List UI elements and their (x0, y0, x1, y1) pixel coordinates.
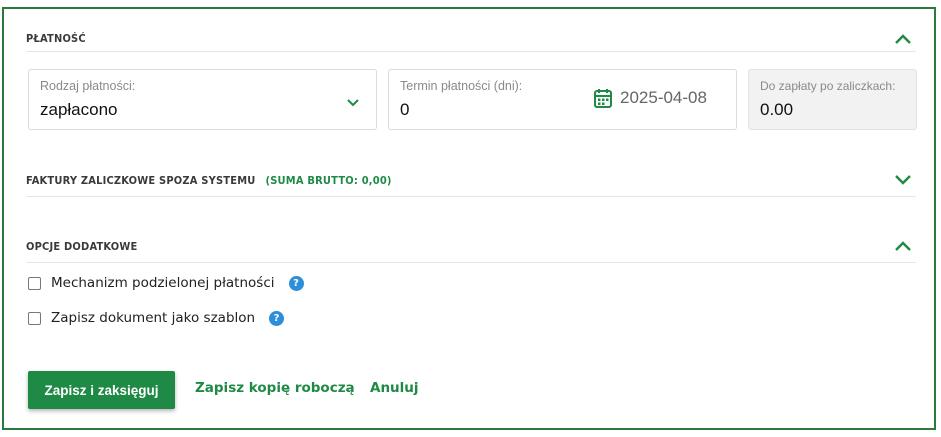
advance-invoices-sum: (SUMA BRUTTO: 0,00) (265, 173, 392, 187)
payment-term-label: Termin płatności (dni): (400, 79, 523, 93)
payment-method-label: Rodzaj płatności: (40, 79, 136, 93)
amount-to-pay-field: Do zapłaty po zaliczkach: 0.00 (748, 69, 917, 130)
split-payment-option[interactable]: Mechanizm podzielonej płatności ? (28, 275, 304, 291)
advance-invoices-title: FAKTURY ZALICZKOWE SPOZA SYSTEMU (SUMA BR… (26, 173, 392, 187)
advance-invoices-section-header[interactable]: FAKTURY ZALICZKOWE SPOZA SYSTEMU (SUMA BR… (26, 164, 916, 197)
split-payment-checkbox[interactable] (28, 276, 41, 290)
amount-to-pay-value: 0.00 (760, 100, 794, 119)
extra-options-section-header: OPCJE DODATKOWE (26, 230, 916, 263)
calendar-icon[interactable] (594, 88, 612, 108)
payment-section-title: PŁATNOŚĆ (26, 32, 86, 45)
expand-advance-invoices-chevron-down-icon[interactable] (892, 169, 914, 191)
due-date-value: 2025-04-08 (620, 88, 707, 107)
save-template-option[interactable]: Zapisz dokument jako szablon ? (28, 310, 285, 326)
collapse-payment-chevron-up-icon[interactable] (892, 28, 914, 50)
save-draft-button[interactable]: Zapisz kopię roboczą (195, 380, 355, 396)
help-icon[interactable]: ? (269, 310, 285, 326)
payment-term-field[interactable]: Termin płatności (dni): 0 2025-04-08 (388, 69, 737, 130)
save-and-post-button[interactable]: Zapisz i zaksięguj (28, 371, 175, 409)
collapse-extra-options-chevron-up-icon[interactable] (892, 235, 914, 257)
due-date-picker[interactable]: 2025-04-08 (594, 88, 707, 108)
cancel-button[interactable]: Anuluj (370, 380, 419, 396)
save-template-label[interactable]: Zapisz dokument jako szablon (51, 310, 255, 326)
save-template-checkbox[interactable] (28, 311, 41, 325)
amount-to-pay-label: Do zapłaty po zaliczkach: (760, 79, 896, 93)
payment-section-header: PŁATNOŚĆ (26, 26, 916, 52)
payment-term-value: 0 (400, 100, 410, 119)
extra-options-title: OPCJE DODATKOWE (26, 239, 138, 253)
payment-method-value: zapłacono (40, 100, 118, 119)
split-payment-label[interactable]: Mechanizm podzielonej płatności (51, 275, 275, 291)
payment-method-select[interactable]: Rodzaj płatności: zapłacono (28, 69, 377, 130)
chevron-down-icon (347, 99, 359, 107)
help-icon[interactable]: ? (288, 275, 304, 291)
